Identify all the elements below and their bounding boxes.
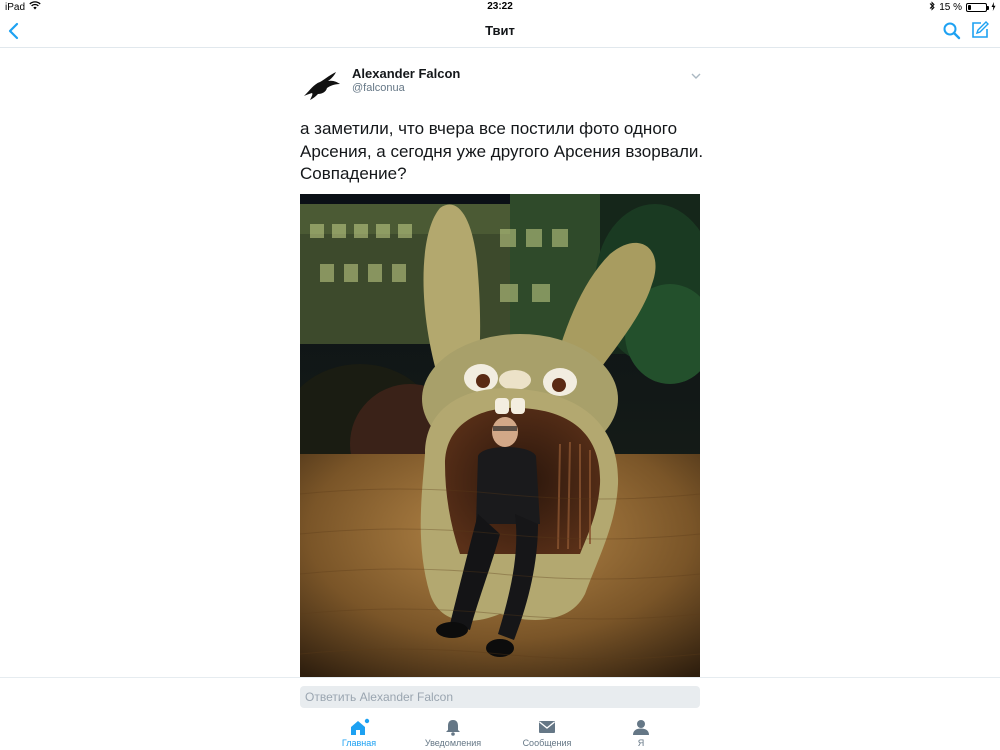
- compose-button[interactable]: [970, 20, 990, 40]
- page-title: Твит: [485, 23, 515, 38]
- tweet-text-line: Арсения, а сегодня уже другого Арсения в…: [300, 141, 704, 161]
- author-name[interactable]: Alexander Falcon: [352, 66, 460, 81]
- search-button[interactable]: [942, 21, 962, 41]
- compose-icon: [972, 21, 989, 38]
- battery-level: [968, 5, 971, 10]
- battery-percent: 15 %: [939, 2, 962, 13]
- tab-bar: Главная Уведомления Сообщения Я: [0, 712, 1000, 750]
- tab-home[interactable]: Главная: [314, 718, 404, 748]
- tab-label: Я: [637, 738, 645, 748]
- tweet-menu-button[interactable]: [690, 68, 702, 79]
- reply-input[interactable]: [300, 686, 700, 708]
- tab-messages[interactable]: Сообщения: [502, 718, 592, 748]
- bell-icon: [446, 720, 460, 736]
- battery-icon: [966, 3, 989, 12]
- falcon-avatar-icon: [300, 62, 344, 106]
- home-icon: [351, 718, 370, 735]
- chevron-down-icon: [691, 73, 701, 79]
- tab-label: Уведомления: [424, 738, 482, 748]
- tab-label: Сообщения: [522, 738, 572, 748]
- tweet-text-line: а заметили, что вчера все постили фото о…: [300, 119, 678, 138]
- tweet-text: а заметили, что вчера все постили фото о…: [300, 118, 710, 186]
- author-handle[interactable]: @falconua: [352, 82, 405, 94]
- search-icon: [943, 22, 961, 40]
- tweet-photo[interactable]: [300, 194, 700, 678]
- rabbit-bench-photo: [300, 194, 700, 678]
- envelope-icon: [539, 721, 555, 733]
- bluetooth-icon: [929, 1, 935, 14]
- status-right: 15 %: [929, 1, 996, 14]
- status-bar: iPad 23:22 15 %: [0, 0, 1000, 14]
- tweet-header: Alexander Falcon @falconua: [300, 60, 702, 106]
- tab-notifications[interactable]: Уведомления: [408, 718, 498, 748]
- tweet-text-line: Совпадение?: [300, 164, 407, 183]
- nav-bar: Твит: [0, 14, 1000, 48]
- reply-bar: [0, 677, 1000, 712]
- tab-label: Главная: [341, 738, 377, 748]
- avatar[interactable]: [300, 62, 344, 106]
- tab-me[interactable]: Я: [596, 718, 686, 748]
- charging-icon: [991, 1, 996, 14]
- status-time: 23:22: [487, 1, 513, 12]
- person-icon: [633, 720, 649, 735]
